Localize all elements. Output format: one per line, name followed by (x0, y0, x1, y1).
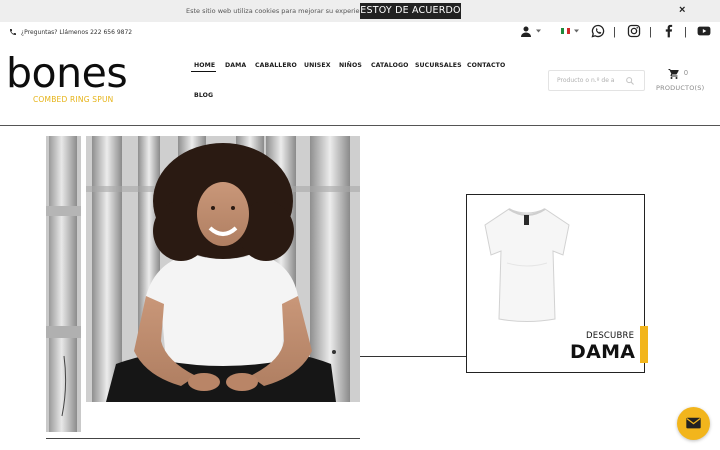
nav-blog[interactable]: BLOG (194, 92, 213, 99)
youtube-icon[interactable] (697, 24, 711, 38)
hero-image (86, 136, 360, 402)
separator: | (684, 26, 687, 38)
instagram-icon[interactable] (627, 24, 641, 38)
chevron-down-icon[interactable] (574, 29, 579, 33)
nav-sucursales[interactable]: SUCURSALES (415, 62, 462, 69)
nav-active-indicator (191, 71, 216, 72)
tshirt-image (484, 208, 570, 322)
brand-logo[interactable]: bones (6, 50, 128, 96)
nav-dama[interactable]: DAMA (225, 62, 246, 69)
search-placeholder: Producto o n.º de artículo (557, 77, 615, 84)
cookie-banner: Este sitio web utiliza cookies para mejo… (0, 0, 720, 22)
phone-text: ¿Preguntas? Llámenos 222 656 9872 (21, 28, 133, 36)
cart-count: 0 (684, 70, 688, 77)
header-divider (0, 125, 720, 126)
hero-side-image (46, 136, 81, 432)
facebook-icon[interactable] (662, 24, 676, 38)
nav-ninos[interactable]: NIÑOS (339, 62, 362, 69)
cart-icon[interactable] (668, 68, 680, 80)
cookie-accept-button[interactable]: ESTOY DE ACUERDO (360, 3, 461, 19)
promo-card[interactable]: DESCUBRE DAMA (466, 194, 645, 373)
mail-icon (686, 417, 701, 429)
user-icon[interactable] (520, 26, 532, 37)
nav-home[interactable]: HOME (194, 62, 215, 69)
promo-title[interactable]: DAMA (570, 341, 635, 363)
search-input[interactable]: Producto o n.º de artículo (548, 70, 645, 91)
promo-subtitle: DESCUBRE (586, 331, 635, 341)
cookie-message: Este sitio web utiliza cookies para mejo… (186, 7, 376, 15)
cart-label[interactable]: PRODUCTO(S) (656, 84, 704, 92)
separator: | (613, 26, 616, 38)
nav-catalogo[interactable]: CATALOGO (371, 62, 409, 69)
cookie-close-button[interactable]: × (679, 4, 685, 16)
page: Este sitio web utiliza cookies para mejo… (0, 0, 720, 450)
phone-contact[interactable]: ¿Preguntas? Llámenos 222 656 9872 (9, 27, 132, 37)
hero-divider (46, 438, 360, 439)
nav-unisex[interactable]: UNISEX (304, 62, 331, 69)
brand-tagline: COMBED RING SPUN (33, 95, 114, 104)
nav-caballero[interactable]: CABALLERO (255, 62, 297, 69)
phone-icon (10, 29, 16, 35)
contact-mail-button[interactable] (677, 407, 710, 440)
whatsapp-icon[interactable] (591, 24, 605, 38)
search-icon[interactable] (625, 76, 635, 86)
chevron-down-icon[interactable] (536, 29, 541, 33)
separator: | (649, 26, 652, 38)
mexico-flag-icon[interactable] (561, 28, 570, 34)
promo-accent-bar (640, 326, 648, 363)
nav-contacto[interactable]: CONTACTO (467, 62, 505, 69)
